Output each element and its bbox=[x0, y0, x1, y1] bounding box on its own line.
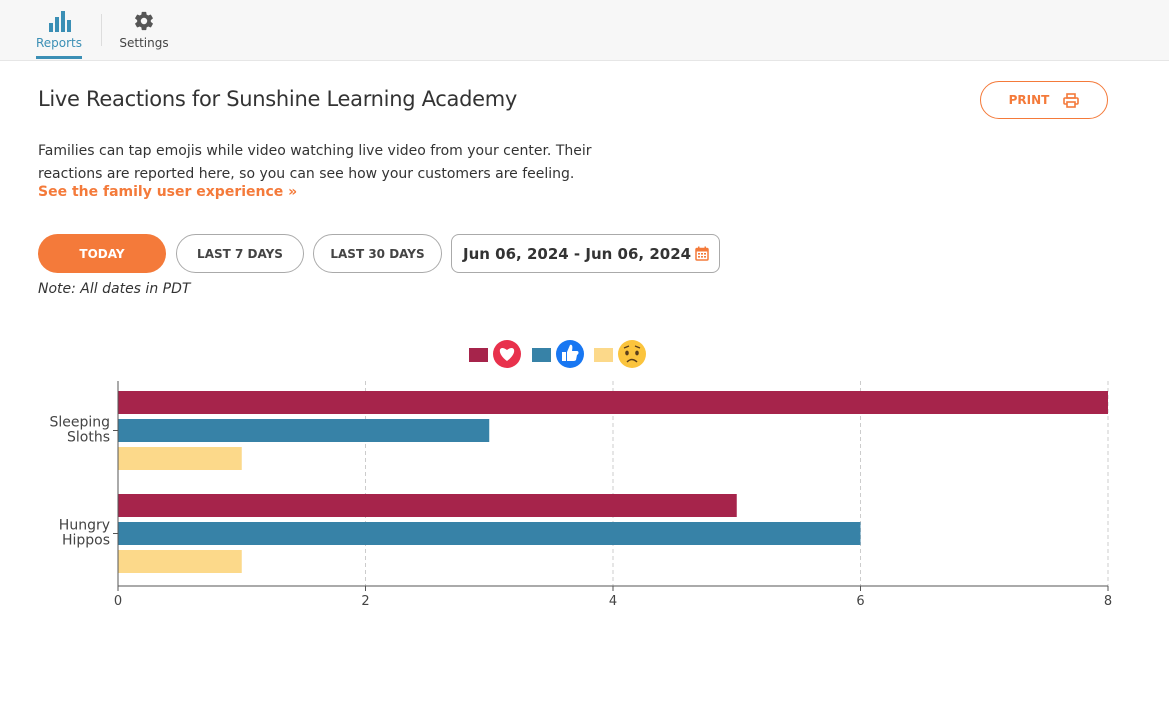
y-category-label: Sleeping bbox=[49, 415, 110, 431]
sad-face-emoji-icon bbox=[618, 340, 646, 368]
x-tick-label: 2 bbox=[361, 594, 369, 609]
y-category-label: Sloths bbox=[67, 430, 110, 446]
top-nav-bar: Reports Settings bbox=[0, 0, 1169, 61]
printer-icon bbox=[1063, 92, 1080, 108]
x-tick-label: 8 bbox=[1104, 594, 1112, 609]
nav-divider bbox=[101, 14, 102, 46]
y-category-label: Hippos bbox=[62, 533, 110, 549]
bar-love-1 bbox=[118, 494, 737, 517]
chart-legend bbox=[469, 340, 646, 368]
legend-swatch bbox=[594, 348, 613, 362]
page-title: Live Reactions for Sunshine Learning Aca… bbox=[38, 87, 518, 111]
active-tab-indicator bbox=[36, 56, 82, 59]
reactions-bar-chart: 0 2 4 6 8 SleepingSloths HungryHippos bbox=[49, 340, 1112, 609]
today-button[interactable]: TODAY bbox=[38, 234, 166, 273]
calendar-icon[interactable] bbox=[695, 246, 709, 261]
legend-item-love[interactable] bbox=[469, 340, 521, 368]
bar-like-1 bbox=[118, 522, 861, 545]
last-30-days-button[interactable]: LAST 30 DAYS bbox=[313, 234, 442, 273]
print-label: PRINT bbox=[1008, 93, 1050, 107]
nav-label-reports: Reports bbox=[35, 36, 83, 50]
timezone-note: Note: All dates in PDT bbox=[38, 281, 191, 297]
date-range-value: Jun 06, 2024 - Jun 06, 2024 bbox=[463, 244, 692, 263]
bar-chart-icon bbox=[49, 11, 71, 32]
y-category-label: Hungry bbox=[59, 518, 110, 534]
x-tick-label: 0 bbox=[114, 594, 122, 609]
legend-swatch bbox=[532, 348, 551, 362]
bar-sad-0 bbox=[118, 447, 242, 470]
x-tick-label: 6 bbox=[856, 594, 864, 609]
print-button[interactable]: PRINT bbox=[980, 81, 1108, 119]
bar-like-0 bbox=[118, 419, 490, 442]
page-description: Families can tap emojis while video watc… bbox=[38, 143, 592, 182]
date-range-input[interactable]: Jun 06, 2024 - Jun 06, 2024 bbox=[451, 234, 720, 273]
bar-sad-1 bbox=[118, 550, 242, 573]
bar-love-0 bbox=[118, 391, 1108, 414]
nav-tab-settings[interactable]: Settings bbox=[118, 10, 170, 50]
nav-label-settings: Settings bbox=[119, 36, 169, 50]
last-7-days-button[interactable]: LAST 7 DAYS bbox=[176, 234, 304, 273]
legend-item-like[interactable] bbox=[532, 340, 584, 368]
x-tick-label: 4 bbox=[609, 594, 617, 609]
gear-icon bbox=[135, 11, 153, 31]
thumbs-up-emoji-icon bbox=[556, 340, 584, 368]
legend-swatch bbox=[469, 348, 488, 362]
legend-item-sad[interactable] bbox=[594, 340, 646, 368]
heart-emoji-icon bbox=[493, 340, 521, 368]
nav-tab-reports[interactable]: Reports bbox=[35, 10, 83, 59]
family-experience-link[interactable]: See the family user experience » bbox=[38, 184, 297, 200]
